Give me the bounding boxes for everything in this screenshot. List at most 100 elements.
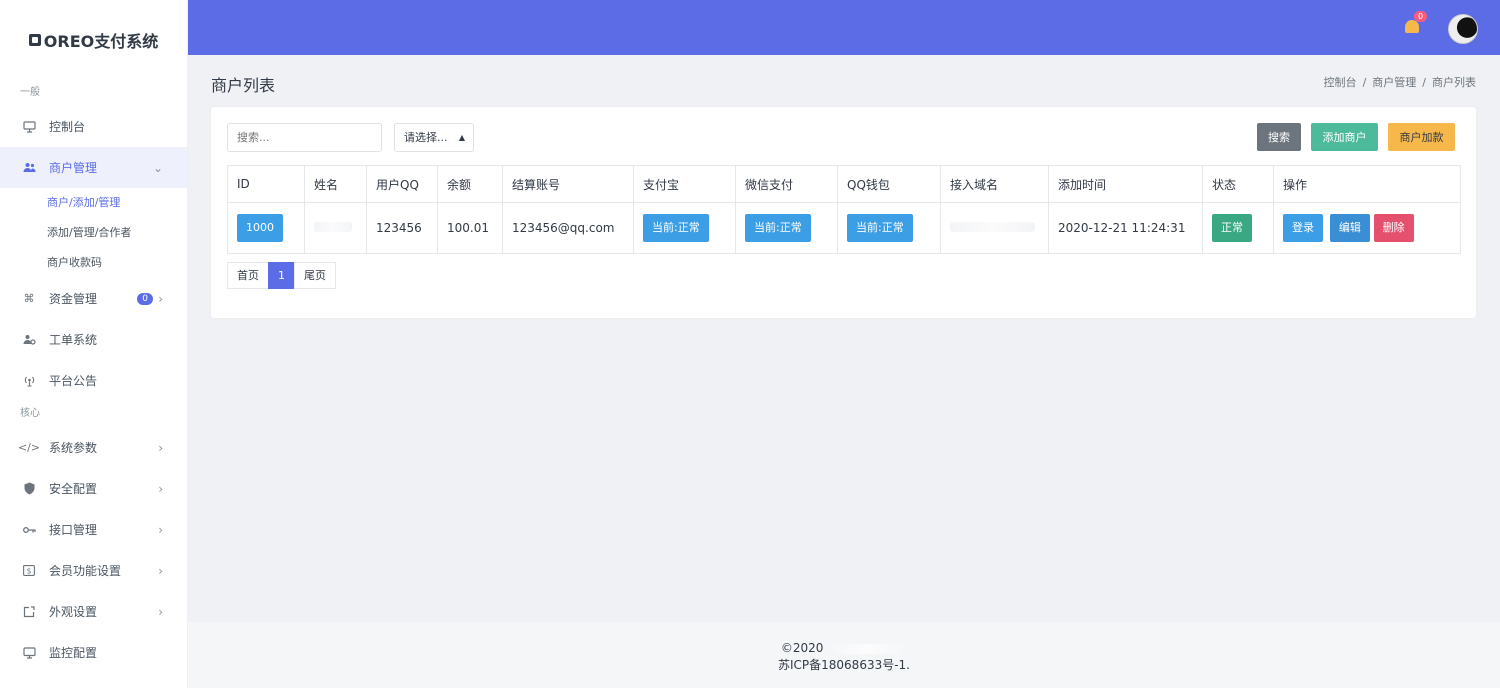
column-header: 接入域名: [940, 165, 1049, 203]
cell-account: 123456@qq.com: [502, 202, 634, 254]
column-header: 结算账号: [502, 165, 634, 203]
footer-icp[interactable]: 苏ICP备18068633号-1.: [188, 657, 1500, 674]
sidebar-item-system-params[interactable]: </> 系统参数 ›: [0, 427, 187, 468]
cell-name: [304, 202, 367, 254]
sidebar-item-label: 控制台: [49, 120, 86, 134]
sidebar-item-announcements[interactable]: 平台公告: [0, 360, 187, 401]
breadcrumb-separator: /: [1362, 76, 1367, 89]
sidebar-section-general: 一般: [20, 87, 40, 98]
sidebar-item-dashboard[interactable]: 控制台: [0, 106, 187, 147]
edit-button[interactable]: 编辑: [1329, 214, 1370, 242]
key-icon: [22, 523, 36, 537]
sidebar-subitem-partner-manage[interactable]: 添加/管理/合作者: [0, 218, 187, 248]
column-header: 添加时间: [1048, 165, 1203, 203]
login-button[interactable]: 登录: [1283, 214, 1323, 242]
pagination: 首页 1 尾页: [227, 262, 336, 289]
users-icon: [22, 161, 36, 175]
sidebar-item-member-settings[interactable]: $ 会员功能设置 ›: [0, 550, 187, 591]
breadcrumb-item-dashboard[interactable]: 控制台: [1324, 76, 1357, 89]
page-title: 商户列表: [211, 76, 276, 95]
select-arrows-icon: ▲: [458, 133, 465, 142]
page-header: 商户列表 控制台 / 商户管理 / 商户列表: [211, 70, 1476, 95]
filter-select-value: 请选择...: [404, 131, 448, 144]
sidebar-item-security[interactable]: 安全配置 ›: [0, 468, 187, 509]
sidebar-item-appearance[interactable]: 外观设置 ›: [0, 591, 187, 632]
chevron-right-icon: ›: [158, 291, 163, 306]
sidebar-item-tickets[interactable]: 工单系统: [0, 319, 187, 360]
table-header-row: ID 姓名 用户QQ 余额 结算账号 支付宝 微信支付 QQ钱包 接入域名 添加…: [227, 165, 1461, 203]
column-header: ID: [227, 165, 305, 203]
sidebar-item-label: 商户管理: [49, 161, 98, 175]
funds-badge: 0: [137, 292, 153, 305]
blurred-domain: [950, 222, 1035, 232]
cell-domain: [940, 202, 1049, 254]
sidebar-item-funds[interactable]: ⌘ 资金管理 0 ›: [0, 278, 187, 319]
column-header: 用户QQ: [366, 165, 438, 203]
cell-alipay: 当前:正常: [633, 202, 736, 254]
dollar-box-icon: $: [22, 564, 36, 578]
qqwallet-status-button[interactable]: 当前:正常: [847, 214, 913, 242]
sidebar-section-core: 核心: [20, 408, 40, 419]
chevron-right-icon: ›: [158, 481, 163, 496]
user-gear-icon: [22, 333, 36, 347]
sidebar-item-label: 工单系统: [49, 333, 98, 347]
cell-status: 正常: [1202, 202, 1274, 254]
pagination-first[interactable]: 首页: [227, 262, 269, 289]
cell-qq: 123456: [366, 202, 438, 254]
breadcrumb-item-current: 商户列表: [1432, 76, 1476, 89]
delete-button[interactable]: 删除: [1373, 214, 1414, 242]
status-badge[interactable]: 正常: [1212, 214, 1252, 242]
chevron-right-icon: ›: [158, 440, 163, 455]
sidebar-item-label: 平台公告: [49, 374, 98, 388]
alipay-status-button[interactable]: 当前:正常: [643, 214, 709, 242]
column-header: 余额: [437, 165, 503, 203]
sidebar-subitem-merchant-manage[interactable]: 商户/添加/管理: [0, 188, 187, 218]
svg-text:$: $: [27, 566, 32, 575]
logo-icon: [28, 34, 41, 46]
command-icon: ⌘: [23, 292, 35, 305]
table-row: 1000 123456 100.01 123456@qq.com 当前:正常 当…: [227, 202, 1461, 254]
sidebar-item-label: 接口管理: [49, 523, 98, 537]
filter-select[interactable]: 请选择... ▲: [394, 123, 474, 152]
footer-copyright: ©2020: [188, 640, 1500, 657]
chevron-right-icon: ›: [158, 604, 163, 619]
blurred-name: [314, 222, 352, 232]
sidebar-subitem-merchant-qrcode[interactable]: 商户收款码: [0, 248, 187, 278]
cell-added-time: 2020-12-21 11:24:31: [1048, 202, 1203, 254]
code-icon: </>: [17, 441, 41, 454]
pagination-last[interactable]: 尾页: [294, 262, 336, 289]
sidebar-item-label: 外观设置: [49, 605, 98, 619]
app-logo-text: OREO支付系统: [43, 32, 159, 51]
notification-bell-icon[interactable]: 0: [1405, 11, 1428, 34]
column-header: 姓名: [304, 165, 367, 203]
user-avatar[interactable]: [1448, 14, 1478, 44]
breadcrumb-item-merchants[interactable]: 商户管理: [1372, 76, 1416, 89]
wechat-status-button[interactable]: 当前:正常: [745, 214, 811, 242]
sidebar-item-api[interactable]: 接口管理 ›: [0, 509, 187, 550]
merchant-id-badge[interactable]: 1000: [237, 214, 283, 242]
sidebar-item-label: 系统参数: [49, 441, 98, 455]
column-header: 支付宝: [633, 165, 736, 203]
sidebar-item-label: 会员功能设置: [49, 564, 122, 578]
cell-qqwallet: 当前:正常: [837, 202, 941, 254]
add-merchant-button[interactable]: 添加商户: [1311, 123, 1378, 151]
app-logo[interactable]: OREO支付系统: [0, 0, 187, 80]
topbar: 0: [188, 0, 1500, 55]
footer-copyright-text: ©2020: [780, 641, 824, 655]
column-header: 状态: [1202, 165, 1274, 203]
search-input[interactable]: [227, 123, 382, 152]
merchant-table: ID 姓名 用户QQ 余额 结算账号 支付宝 微信支付 QQ钱包 接入域名 添加…: [227, 165, 1461, 254]
sidebar-item-label: 监控配置: [49, 646, 98, 660]
edit-box-icon: [22, 605, 36, 619]
sidebar-item-monitoring[interactable]: 监控配置: [0, 632, 187, 673]
shield-icon: [22, 482, 36, 496]
pagination-page-current[interactable]: 1: [268, 262, 295, 289]
sidebar-item-merchants[interactable]: 商户管理 ⌄: [0, 147, 187, 188]
broadcast-icon: [22, 374, 36, 388]
search-button[interactable]: 搜索: [1257, 123, 1301, 151]
chevron-right-icon: ›: [158, 563, 163, 578]
chevron-down-icon: ⌄: [152, 160, 163, 175]
add-funds-button[interactable]: 商户加款: [1388, 123, 1455, 151]
cell-id: 1000: [227, 202, 305, 254]
column-header: 操作: [1273, 165, 1461, 203]
